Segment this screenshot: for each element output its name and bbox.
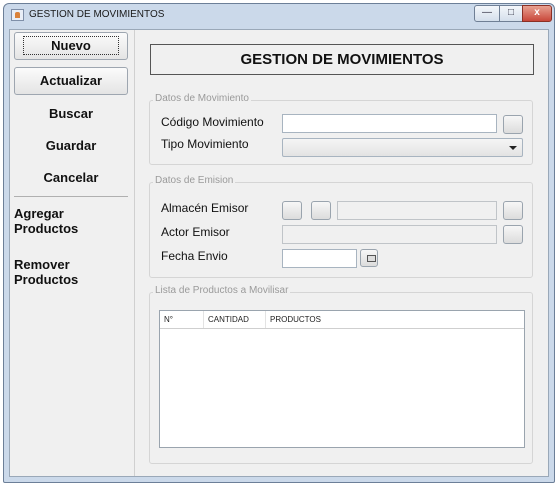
main-panel: GESTION DE MOVIMIENTOS Datos de Movimien…: [134, 30, 549, 476]
lista-productos-title: Lista de Productos a Movilisar: [153, 285, 291, 296]
sidebar-divider: [14, 196, 128, 197]
agregar-line1: Agregar: [14, 206, 64, 221]
window-title: GESTION DE MOVIMIENTOS: [29, 9, 165, 20]
cancelar-button[interactable]: Cancelar: [14, 165, 128, 193]
chevron-down-icon: [509, 146, 517, 150]
datos-emision-group: Datos de Emision Almacén Emisor Actor Em…: [149, 175, 533, 278]
nuevo-label: Nuevo: [23, 36, 119, 55]
table-header: N° CANTIDAD PRODUCTOS: [160, 311, 524, 329]
buscar-button[interactable]: Buscar: [14, 101, 128, 129]
java-app-icon: [11, 9, 24, 21]
minimize-button[interactable]: —: [474, 5, 500, 22]
remover-line2: Productos: [14, 272, 79, 287]
actor-emisor-label: Actor Emisor: [161, 225, 230, 239]
close-button[interactable]: x: [522, 5, 552, 22]
tipo-movimiento-select[interactable]: [282, 138, 523, 157]
productos-table[interactable]: N° CANTIDAD PRODUCTOS: [159, 310, 525, 448]
codigo-movimiento-label: Código Movimiento: [161, 115, 264, 129]
fecha-envio-field[interactable]: [282, 249, 357, 268]
actor-emisor-field[interactable]: [282, 225, 497, 244]
guardar-button[interactable]: Guardar: [14, 133, 128, 161]
page-title: GESTION DE MOVIMIENTOS: [150, 44, 534, 75]
sidebar: Nuevo Actualizar Buscar Guardar Cancelar…: [10, 30, 133, 476]
codigo-lookup-button[interactable]: [503, 115, 523, 134]
calendar-icon: [367, 255, 376, 262]
almacen-emisor-label: Almacén Emisor: [161, 201, 249, 215]
maximize-button[interactable]: □: [499, 5, 523, 22]
almacen-lookup-button[interactable]: [503, 201, 523, 220]
almacen-button-1[interactable]: [282, 201, 302, 220]
actor-lookup-button[interactable]: [503, 225, 523, 244]
tipo-movimiento-label: Tipo Movimiento: [161, 137, 249, 151]
codigo-movimiento-field[interactable]: [282, 114, 497, 133]
datos-movimiento-group: Datos de Movimiento Código Movimiento Ti…: [149, 93, 533, 165]
column-header-n[interactable]: N°: [160, 311, 204, 328]
agregar-line2: Productos: [14, 221, 79, 236]
app-window: GESTION DE MOVIMIENTOS — □ x Nuevo Actua…: [3, 3, 555, 483]
almacen-button-2[interactable]: [311, 201, 331, 220]
fecha-envio-label: Fecha Envio: [161, 249, 228, 263]
column-header-productos[interactable]: PRODUCTOS: [266, 311, 524, 328]
client-area: Nuevo Actualizar Buscar Guardar Cancelar…: [9, 29, 549, 477]
datos-movimiento-title: Datos de Movimiento: [153, 93, 251, 104]
column-header-cantidad[interactable]: CANTIDAD: [204, 311, 266, 328]
datos-emision-title: Datos de Emision: [153, 175, 236, 186]
lista-productos-group: Lista de Productos a Movilisar N° CANTID…: [149, 285, 533, 464]
calendar-button[interactable]: [360, 249, 378, 267]
almacen-emisor-field[interactable]: [337, 201, 497, 220]
title-bar[interactable]: GESTION DE MOVIMIENTOS — □ x: [4, 4, 554, 26]
agregar-productos-button[interactable]: Agregar Productos: [14, 206, 124, 236]
remover-line1: Remover: [14, 257, 70, 272]
nuevo-button[interactable]: Nuevo: [14, 32, 128, 60]
actualizar-button[interactable]: Actualizar: [14, 67, 128, 95]
remover-productos-button[interactable]: Remover Productos: [14, 257, 124, 287]
